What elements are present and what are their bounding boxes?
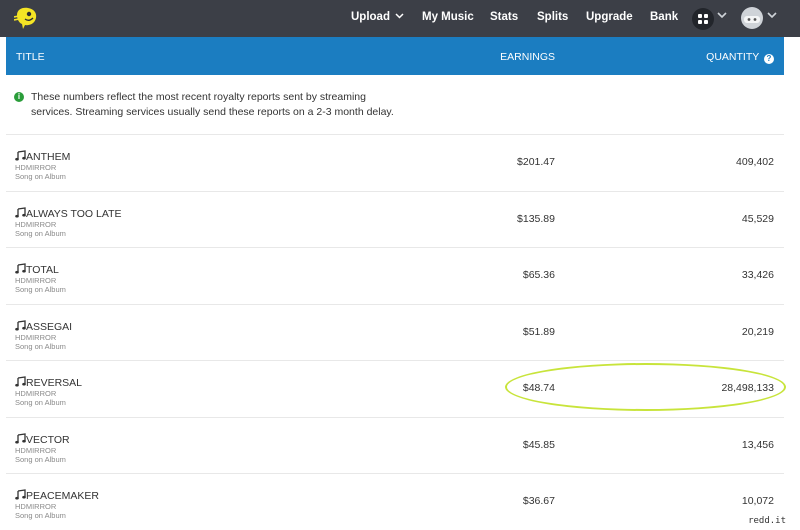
music-note-icon: [15, 150, 26, 161]
song-release-type: Song on Album: [15, 172, 66, 181]
royalty-info-notice: i These numbers reflect the most recent …: [14, 90, 394, 120]
song-title[interactable]: ANTHEM: [15, 150, 70, 163]
chevron-down-icon[interactable]: [767, 12, 777, 19]
song-release-type: Song on Album: [15, 398, 66, 407]
song-artist: HDMIRROR: [15, 389, 57, 398]
nav-stats[interactable]: Stats: [490, 11, 518, 23]
song-artist: HDMIRROR: [15, 332, 57, 342]
column-header-title[interactable]: TITLE: [16, 51, 45, 63]
music-note-icon: [15, 489, 26, 500]
song-earnings: $135.89: [517, 212, 555, 225]
nav-upload[interactable]: Upload: [351, 11, 404, 23]
song-release-type: Song on Album: [15, 285, 66, 294]
chevron-down-icon[interactable]: [717, 12, 727, 19]
table-row[interactable]: ASSEGAI HDMIRROR Song on Album $51.89 20,219: [6, 303, 784, 360]
song-quantity: 33,426: [741, 269, 774, 281]
song-artist: HDMIRROR: [15, 445, 57, 455]
table-row[interactable]: VECTOR HDMIRROR Song on Album $45.85 13,456: [6, 416, 784, 473]
song-artist: HDMIRROR: [15, 502, 57, 511]
song-title[interactable]: ASSEGAI: [15, 319, 72, 333]
song-quantity: 409,402: [736, 156, 774, 168]
song-release-type: Song on Album: [15, 511, 66, 520]
music-note-icon: [15, 206, 26, 217]
distrokid-logo[interactable]: [14, 6, 40, 30]
song-earnings: $45.85: [522, 438, 555, 451]
column-header-quantity[interactable]: QUANTITY ?: [706, 51, 774, 64]
table-row[interactable]: ANTHEM HDMIRROR Song on Album $201.47 409,40…: [6, 134, 784, 190]
song-quantity: 28,498,133: [721, 382, 774, 394]
song-quantity: 13,456: [741, 438, 774, 451]
song-artist: HDMIRROR: [15, 219, 57, 229]
help-icon[interactable]: ?: [764, 54, 774, 64]
song-earnings: $201.47: [517, 156, 555, 168]
chevron-down-icon: [395, 13, 404, 19]
music-note-icon: [15, 432, 26, 443]
song-earnings: $51.89: [522, 325, 555, 338]
song-title[interactable]: REVERSAL: [15, 376, 82, 389]
nav-my-music[interactable]: My Music: [422, 11, 474, 23]
music-note-icon: [15, 319, 26, 330]
column-header-earnings[interactable]: EARNINGS: [500, 51, 555, 63]
song-release-type: Song on Album: [15, 454, 66, 464]
nav-bank[interactable]: Bank: [650, 11, 678, 23]
apps-menu-button[interactable]: [692, 8, 714, 30]
song-quantity: 20,219: [741, 325, 774, 338]
watermark: redd.it: [748, 516, 786, 526]
song-title[interactable]: PEACEMAKER: [15, 489, 99, 502]
song-quantity: 10,072: [741, 495, 774, 507]
song-release-type: Song on Album: [15, 341, 66, 351]
song-title[interactable]: ALWAYS TOO LATE: [15, 206, 122, 220]
song-earnings: $65.36: [522, 269, 555, 281]
apps-grid-icon: [698, 14, 708, 24]
song-quantity: 45,529: [741, 212, 774, 225]
top-navbar: Upload My Music Stats Splits Upgrade Ban…: [0, 0, 800, 37]
music-note-icon: [15, 263, 26, 274]
table-header: TITLE EARNINGS QUANTITY ?: [6, 37, 784, 75]
table-row[interactable]: TOTAL HDMIRROR Song on Album $65.36 33,426: [6, 247, 784, 303]
table-row[interactable]: ALWAYS TOO LATE HDMIRROR Song on Album $135…: [6, 190, 784, 247]
avatar-face-icon: [744, 16, 760, 23]
song-earnings: $36.67: [522, 495, 555, 507]
table-row[interactable]: PEACEMAKER HDMIRROR Song on Album $36.67 10,…: [6, 473, 784, 529]
nav-upgrade[interactable]: Upgrade: [586, 11, 633, 23]
info-icon: i: [14, 92, 24, 102]
song-title[interactable]: VECTOR: [15, 432, 70, 446]
song-artist: HDMIRROR: [15, 163, 57, 172]
music-note-icon: [15, 376, 26, 387]
song-earnings: $48.74: [522, 382, 555, 394]
nav-splits[interactable]: Splits: [537, 11, 568, 23]
song-release-type: Song on Album: [15, 228, 66, 238]
table-row[interactable]: REVERSAL HDMIRROR Song on Album $48.74 28,49…: [6, 360, 784, 416]
song-artist: HDMIRROR: [15, 276, 57, 285]
user-avatar[interactable]: [741, 7, 763, 29]
song-title[interactable]: TOTAL: [15, 263, 59, 276]
